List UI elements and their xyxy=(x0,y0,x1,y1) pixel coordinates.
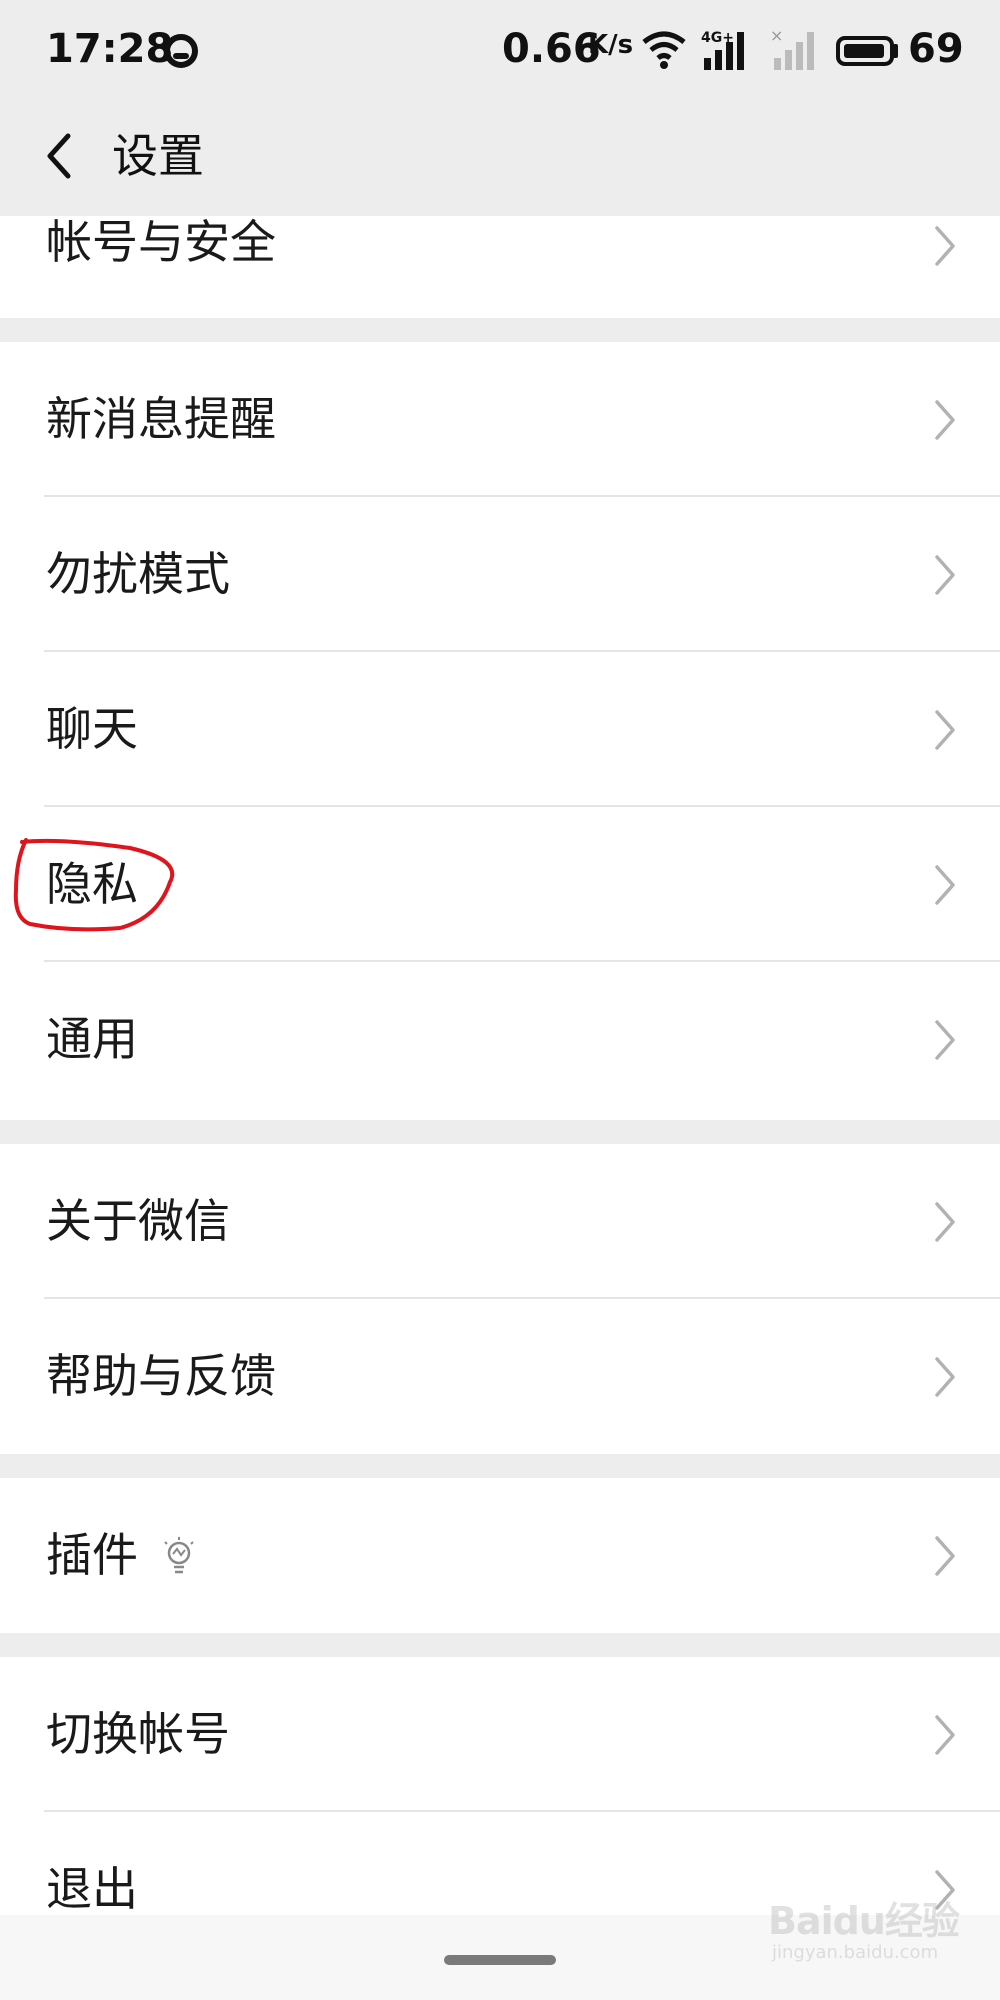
settings-item-about-wechat[interactable]: 关于微信 xyxy=(0,1144,1000,1299)
watermark-url: jingyan.baidu.com xyxy=(772,1942,939,1963)
chevron-right-icon xyxy=(935,1357,955,1397)
settings-item-notifications[interactable]: 新消息提醒 xyxy=(0,342,1000,497)
settings-item-label: 帐号与安全 xyxy=(46,215,276,269)
settings-group-account: 帐号与安全 xyxy=(0,216,1000,318)
settings-item-chat[interactable]: 聊天 xyxy=(0,652,1000,807)
status-bar: 17:28 0.66 K/s 4G+ × 69 xyxy=(0,0,1000,104)
chevron-right-icon xyxy=(935,400,955,440)
settings-item-label: 通用 xyxy=(46,1012,138,1066)
back-button[interactable] xyxy=(28,122,96,190)
settings-item-label: 聊天 xyxy=(46,702,138,756)
settings-group-account-switch: 切换帐号 退出 xyxy=(0,1657,1000,1916)
settings-item-do-not-disturb[interactable]: 勿扰模式 xyxy=(0,497,1000,652)
settings-item-label: 隐私 xyxy=(46,857,138,911)
chevron-right-icon xyxy=(935,1715,955,1755)
cell-signal-2-icon xyxy=(774,32,814,70)
chevron-right-icon xyxy=(935,710,955,750)
settings-item-privacy[interactable]: 隐私 xyxy=(0,807,1000,962)
chevron-right-icon xyxy=(935,226,955,266)
settings-item-plugins[interactable]: 插件 xyxy=(0,1478,1000,1633)
watermark-brand: Baidu经验 xyxy=(768,1899,960,1943)
settings-group-about: 关于微信 帮助与反馈 xyxy=(0,1144,1000,1454)
settings-item-label: 帮助与反馈 xyxy=(46,1349,276,1403)
settings-item-switch-account[interactable]: 切换帐号 xyxy=(0,1657,1000,1812)
notification-face-icon xyxy=(164,34,198,68)
battery-level: 69 xyxy=(908,26,964,72)
chevron-right-icon xyxy=(935,1536,955,1576)
battery-icon xyxy=(836,36,894,66)
settings-group-main: 新消息提醒 勿扰模式 聊天 隐私 通用 xyxy=(0,342,1000,1120)
settings-item-label: 勿扰模式 xyxy=(46,547,230,601)
settings-item-label: 切换帐号 xyxy=(46,1707,230,1761)
page-title: 设置 xyxy=(112,129,204,183)
settings-item-label: 新消息提醒 xyxy=(46,392,276,446)
settings-item-label: 插件 xyxy=(46,1528,138,1582)
chevron-right-icon xyxy=(935,1020,955,1060)
status-time: 17:28 xyxy=(46,26,174,72)
settings-item-label: 关于微信 xyxy=(46,1194,230,1248)
lightbulb-icon xyxy=(164,1537,194,1574)
nav-bar: 设置 xyxy=(0,104,1000,216)
watermark: Baidu经验 jingyan.baidu.com xyxy=(768,1880,978,1980)
network-speed-unit: K/s xyxy=(588,30,634,60)
home-indicator[interactable] xyxy=(444,1955,556,1965)
settings-group-plugins: 插件 xyxy=(0,1478,1000,1633)
settings-item-help-feedback[interactable]: 帮助与反馈 xyxy=(0,1299,1000,1454)
chevron-right-icon xyxy=(935,865,955,905)
cell-signal-icon xyxy=(704,32,744,70)
settings-item-general[interactable]: 通用 xyxy=(0,962,1000,1117)
chevron-right-icon xyxy=(935,1202,955,1242)
battery-tip-icon xyxy=(894,44,898,58)
chevron-right-icon xyxy=(935,555,955,595)
wifi-icon xyxy=(642,31,686,69)
settings-item-account-security[interactable]: 帐号与安全 xyxy=(0,216,1000,318)
network-speed: 0.66 xyxy=(502,26,601,72)
